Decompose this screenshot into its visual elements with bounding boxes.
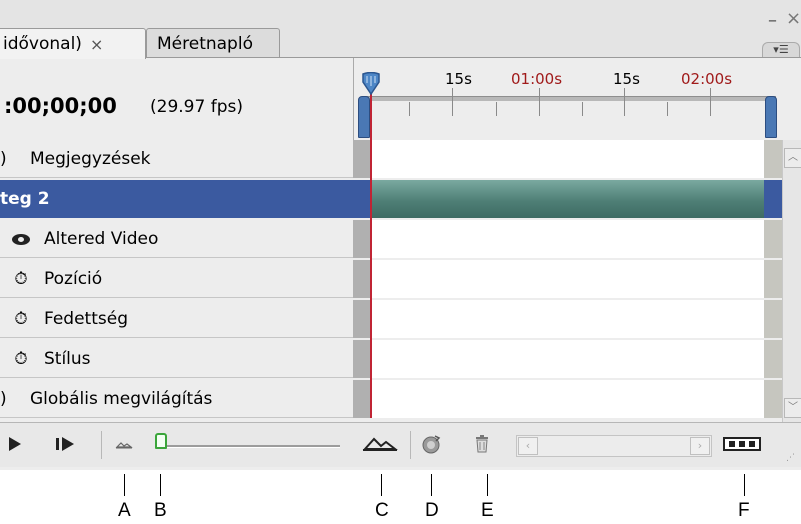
playhead-line bbox=[370, 90, 372, 418]
tab-measurement-log-label: Méretnapló bbox=[157, 33, 253, 54]
callout-line bbox=[431, 474, 432, 496]
panel-menu-icon[interactable]: ▾☰ bbox=[762, 42, 800, 59]
scroll-down-icon[interactable]: ﹀ bbox=[784, 398, 801, 418]
play-icon[interactable] bbox=[4, 429, 26, 459]
trash-icon[interactable] bbox=[471, 429, 493, 459]
callout-label: E bbox=[481, 500, 494, 521]
stopwatch-icon[interactable]: ⏱ bbox=[6, 349, 36, 369]
ruler-tick bbox=[409, 102, 410, 116]
ruler-tick bbox=[624, 88, 625, 116]
callout-line bbox=[381, 474, 382, 496]
layer-track[interactable] bbox=[371, 140, 764, 178]
tab-timeline-label: idővonal) bbox=[3, 34, 82, 54]
time-display-area: :00;00;00 (29.97 fps) bbox=[0, 58, 353, 140]
layer-label: Globális megvilágítás bbox=[30, 389, 213, 409]
ruler-tick bbox=[496, 102, 497, 116]
time-ruler[interactable]: 15s 01:00s 15s 02:00s bbox=[353, 58, 801, 140]
scroll-right-icon[interactable]: › bbox=[690, 437, 710, 455]
zoom-in-icon[interactable] bbox=[360, 429, 400, 459]
callout-line bbox=[124, 474, 125, 496]
minimize-icon[interactable]: – bbox=[768, 10, 777, 31]
scroll-up-icon[interactable]: ︿ bbox=[784, 148, 801, 168]
layer-label: Megjegyzések bbox=[30, 149, 151, 169]
callout-line bbox=[160, 474, 161, 496]
timeline-toolbar: ‹ › ⋰ bbox=[0, 422, 801, 467]
next-frame-icon[interactable] bbox=[50, 429, 80, 459]
layer-track[interactable] bbox=[371, 260, 764, 298]
layer-track[interactable] bbox=[371, 220, 764, 258]
panel-options-icon[interactable] bbox=[720, 429, 764, 459]
resize-grip-icon[interactable]: ⋰ bbox=[786, 453, 795, 463]
work-area-start-handle[interactable] bbox=[358, 96, 370, 138]
layer-label: Altered Video bbox=[44, 229, 159, 249]
frame-rate: (29.97 fps) bbox=[150, 97, 243, 117]
callout-label: B bbox=[154, 500, 167, 521]
ruler-tick bbox=[539, 88, 540, 116]
layer-label: Fedettség bbox=[44, 309, 128, 329]
vertical-scrollbar[interactable]: ︿ ﹀ bbox=[782, 140, 801, 422]
layer-row-position[interactable]: ⏱ Pozíció bbox=[0, 260, 801, 298]
timeline-panel: idővonal) × Méretnapló – × ▾☰ :00;00;00 … bbox=[0, 0, 801, 470]
work-area-bar[interactable] bbox=[366, 96, 776, 101]
eye-icon[interactable] bbox=[6, 229, 36, 249]
ruler-label: 01:00s bbox=[511, 70, 563, 88]
ruler-tick bbox=[667, 102, 668, 116]
layer-row-opacity[interactable]: ⏱ Fedettség bbox=[0, 300, 801, 338]
callout-line bbox=[744, 474, 745, 496]
callout-label: F bbox=[738, 500, 750, 521]
layer-label: Pozíció bbox=[44, 269, 103, 289]
layer-row-comments[interactable]: ) Megjegyzések bbox=[0, 140, 801, 178]
tab-timeline[interactable]: idővonal) × bbox=[0, 28, 146, 59]
stopwatch-icon[interactable]: ⏱ bbox=[6, 309, 36, 329]
callout-label: D bbox=[425, 500, 439, 521]
ruler-label: 15s bbox=[445, 70, 472, 88]
current-time[interactable]: :00;00;00 bbox=[4, 94, 117, 118]
close-panel-icon[interactable]: × bbox=[786, 8, 801, 29]
callout-label: A bbox=[118, 500, 131, 521]
layer-label: teg 2 bbox=[0, 189, 50, 209]
convert-to-frame-animation-icon[interactable] bbox=[418, 429, 444, 459]
stopwatch-icon[interactable]: ⏱ bbox=[6, 269, 36, 289]
layer-label: Stílus bbox=[44, 349, 91, 369]
layer-row-global-lighting[interactable]: ) Globális megvilágítás bbox=[0, 380, 801, 418]
layer-row-style[interactable]: ⏱ Stílus bbox=[0, 340, 801, 378]
callout-line bbox=[487, 474, 488, 496]
ruler-tick bbox=[452, 88, 453, 116]
layer-list: ) Megjegyzések teg 2 Altered Video ⏱ Pozíc… bbox=[0, 140, 801, 418]
tab-bar: idővonal) × Méretnapló – × ▾☰ bbox=[0, 0, 801, 59]
ruler-tick bbox=[582, 102, 583, 116]
zoom-out-icon[interactable] bbox=[112, 429, 136, 459]
horizontal-scrollbar[interactable]: ‹ › bbox=[516, 435, 712, 457]
layer-track[interactable] bbox=[371, 380, 764, 418]
layer-row-altered-video[interactable]: Altered Video bbox=[0, 220, 801, 258]
layer-track[interactable] bbox=[371, 300, 764, 338]
tab-close-icon[interactable]: × bbox=[90, 35, 103, 54]
expand-triangle-icon[interactable]: ) bbox=[0, 149, 14, 169]
zoom-slider-thumb[interactable] bbox=[155, 433, 167, 449]
ruler-tick bbox=[710, 88, 711, 116]
tab-measurement-log[interactable]: Méretnapló bbox=[146, 28, 280, 58]
ruler-label: 02:00s bbox=[681, 70, 733, 88]
scroll-left-icon[interactable]: ‹ bbox=[518, 437, 538, 455]
ruler-label: 15s bbox=[613, 70, 640, 88]
layer-row-selected[interactable]: teg 2 bbox=[0, 180, 801, 218]
playhead-handle-icon[interactable] bbox=[361, 72, 381, 96]
expand-triangle-icon[interactable]: ) bbox=[0, 389, 14, 409]
layer-track[interactable] bbox=[371, 340, 764, 378]
layer-clip-bar[interactable] bbox=[371, 180, 764, 218]
zoom-slider-track[interactable] bbox=[164, 445, 340, 448]
callout-label: C bbox=[375, 500, 389, 521]
work-area-end-handle[interactable] bbox=[765, 96, 777, 138]
